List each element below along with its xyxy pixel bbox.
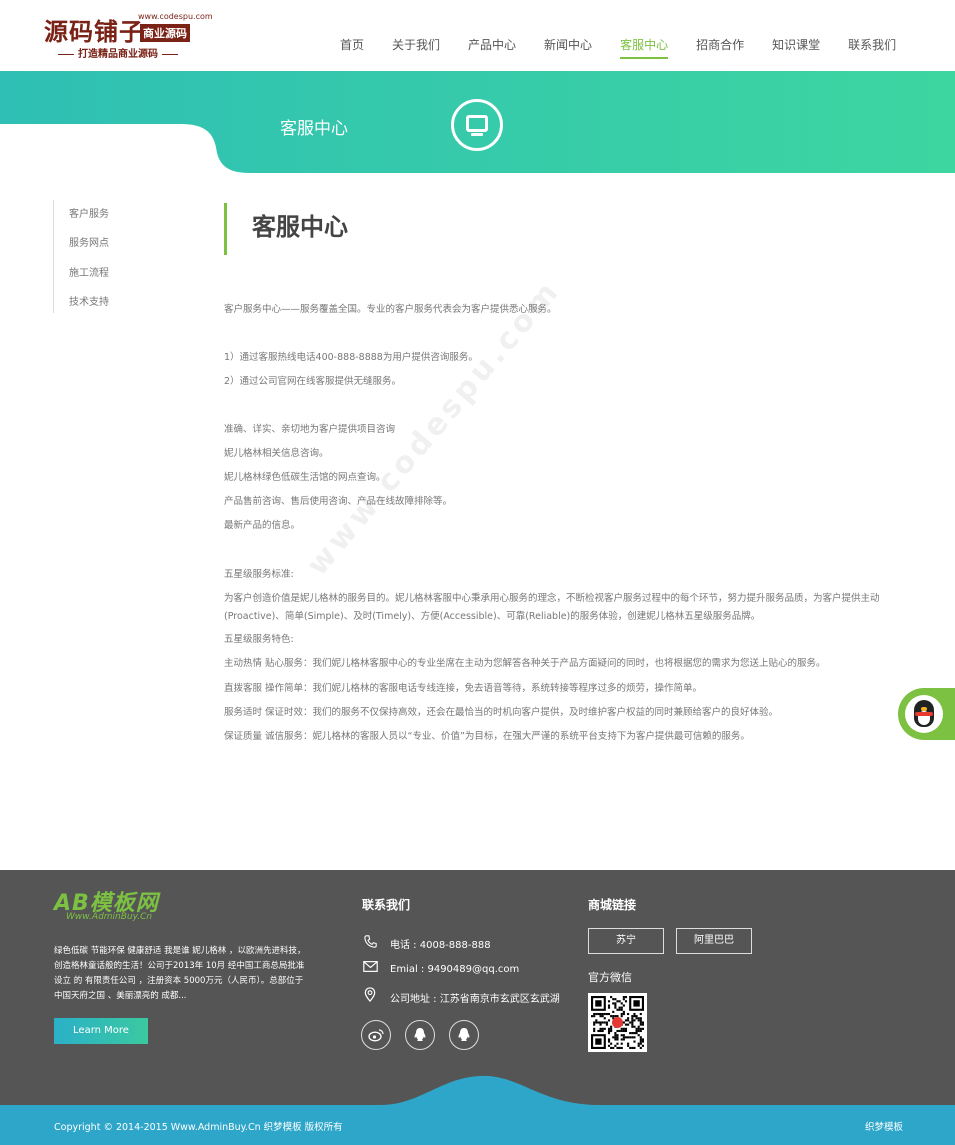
paragraph: 最新产品的信息。 xyxy=(224,520,301,531)
main-nav: 首页 关于我们 产品中心 新闻中心 客服中心 招商合作 知识课堂 联系我们 xyxy=(340,36,924,59)
wechat-qr-code xyxy=(588,993,647,1052)
phone-text: 电话 : 4008-888-888 xyxy=(390,940,491,951)
nav-products[interactable]: 产品中心 xyxy=(468,36,516,59)
wechat-label: 官方微信 xyxy=(588,971,632,984)
logo-main-text: 源码铺子 xyxy=(44,17,144,46)
banner-title: 客服中心 xyxy=(280,119,348,139)
contact-heading: 联系我们 xyxy=(362,898,411,912)
location-pin-icon xyxy=(362,987,378,1005)
paragraph: 为客户创造价值是妮儿格林的服务目的。妮儿格林客服中心秉承用心服务的理念，不断检视… xyxy=(224,593,880,622)
mall-link-alibaba[interactable]: 阿里巴巴 xyxy=(676,928,752,954)
weibo-icon[interactable] xyxy=(361,1020,391,1050)
mall-heading: 商城链接 xyxy=(588,898,637,912)
sidebar-item-tech-support[interactable]: 技术支持 xyxy=(69,293,109,308)
paragraph: 1）通过客服热线电话400-888-8888为用户提供咨询服务。 xyxy=(224,352,478,363)
mail-icon xyxy=(362,961,378,975)
content-header: 客服中心 xyxy=(224,203,348,255)
paragraph: 妮儿格林相关信息咨询。 xyxy=(224,448,329,459)
sidebar: 客户服务 服务网点 施工流程 技术支持 xyxy=(53,200,173,313)
qq-icon[interactable] xyxy=(405,1020,435,1050)
nav-contact[interactable]: 联系我们 xyxy=(848,36,896,59)
footer-intro: 绿色低碳 节能环保 健康舒适 我是谁 妮儿格林 ，以欧洲先进科技，创造格林童话般… xyxy=(54,946,306,1001)
qq-penguin-icon xyxy=(905,695,943,733)
nav-home[interactable]: 首页 xyxy=(340,36,364,59)
nav-about[interactable]: 关于我们 xyxy=(392,36,440,59)
page-title: 客服中心 xyxy=(252,213,348,241)
phone-icon xyxy=(362,935,378,951)
nav-service[interactable]: 客服中心 xyxy=(620,36,669,59)
sidebar-item-customer-service[interactable]: 客户服务 xyxy=(69,205,109,220)
paragraph: 准确、详实、亲切地为客户提供项目咨询 xyxy=(224,424,396,435)
copyright-text: Copyright © 2014-2015 Www.AdminBuy.Cn 织梦… xyxy=(54,1122,343,1133)
monitor-icon xyxy=(451,99,503,151)
paragraph: 五星级服务特色: xyxy=(224,634,294,645)
nav-news[interactable]: 新闻中心 xyxy=(544,36,592,59)
dede-link[interactable]: 织梦模板 xyxy=(865,1119,903,1133)
paragraph: 2）通过公司官网在线客服提供无缝服务。 xyxy=(224,376,402,387)
mall-link-suning[interactable]: 苏宁 xyxy=(588,928,664,954)
sidebar-item-construction-process[interactable]: 施工流程 xyxy=(69,264,109,279)
paragraph: 主动热情 贴心服务：我们妮儿格林客服中心的专业坐席在主动为您解答各种关于产品方面… xyxy=(224,658,826,669)
logo-slogan: 打造精品商业源码 xyxy=(54,45,182,60)
contact-phone: 电话 : 4008-888-888 xyxy=(362,935,491,951)
paragraph: 产品售前咨询、售后使用咨询、产品在线故障排除等。 xyxy=(224,496,453,507)
contact-email: Emial : 9490489@qq.com xyxy=(362,961,519,975)
sidebar-item-service-outlets[interactable]: 服务网点 xyxy=(69,234,109,249)
logo[interactable]: 源码铺子 www.codespu.com 商业源码 打造精品商业源码 xyxy=(44,10,213,62)
site-header: 源码铺子 www.codespu.com 商业源码 打造精品商业源码 首页 关于… xyxy=(0,0,955,71)
qq-float-button[interactable] xyxy=(898,688,955,740)
nav-knowledge[interactable]: 知识课堂 xyxy=(772,36,820,59)
address-text: 公司地址 : 江苏省南京市玄武区玄武湖 xyxy=(390,994,560,1005)
paragraph: 五星级服务标准: xyxy=(224,569,294,580)
logo-url-text: www.codespu.com xyxy=(138,12,213,21)
paragraph: 保证质量 诚信服务：妮儿格林的客服人员以“专业、价值”为目标，在强大严谨的系统平… xyxy=(224,731,750,742)
nav-partners[interactable]: 招商合作 xyxy=(696,36,744,59)
footer-wave xyxy=(0,1075,955,1106)
contact-address: 公司地址 : 江苏省南京市玄武区玄武湖 xyxy=(362,987,560,1005)
footer-logo-sub: Www.AdminBuy.Cn xyxy=(66,912,153,922)
paragraph: 服务适时 保证时效：我们的服务不仅保持高效，还会在最恰当的时机向客户提供，及时维… xyxy=(224,707,779,718)
email-text: Emial : 9490489@qq.com xyxy=(390,964,520,975)
logo-badge: 商业源码 xyxy=(140,24,190,42)
copyright-bar: Copyright © 2014-2015 Www.AdminBuy.Cn 织梦… xyxy=(0,1105,955,1145)
page-banner: 客服中心 xyxy=(0,71,955,173)
qq-icon[interactable] xyxy=(449,1020,479,1050)
paragraph: 妮儿格林绿色低碳生活馆的网点查询。 xyxy=(224,472,386,483)
learn-more-button[interactable]: Learn More xyxy=(54,1018,148,1044)
paragraph: 直拨客服 操作简单：我们妮儿格林的客服电话专线连接，免去语音等待，系统转接等程序… xyxy=(224,683,703,694)
